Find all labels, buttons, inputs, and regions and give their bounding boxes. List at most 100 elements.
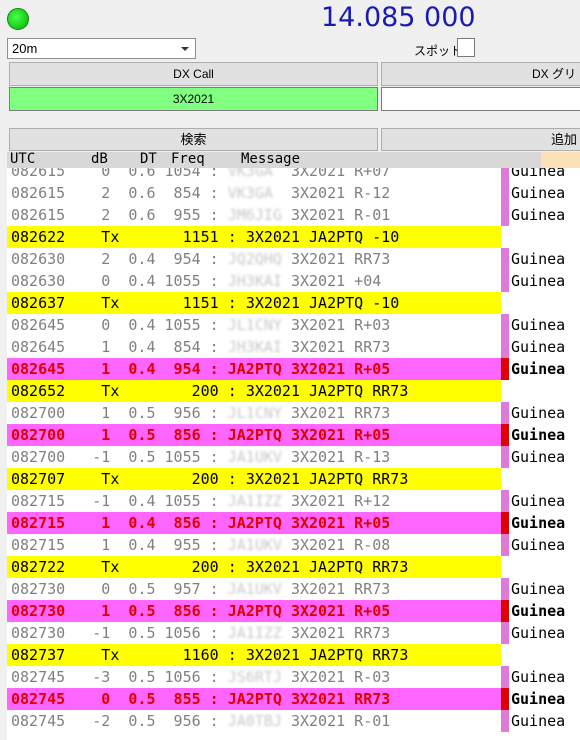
new-entity-marker <box>501 314 509 336</box>
decode-country: Guinea <box>511 690 566 708</box>
decode-country: Guinea <box>511 360 566 378</box>
column-header: UTC dB DT Freq Message <box>7 152 580 168</box>
decode-country: Guinea <box>511 338 566 356</box>
decode-country: Guinea <box>511 426 566 444</box>
decode-caller: JA1UKV <box>227 580 291 598</box>
decode-row-text: 082745 -2 0.5 956 : JA0TBJ 3X2021 R-01 <box>11 712 391 730</box>
col-utc: UTC <box>10 152 36 167</box>
col-freq: Freq <box>171 152 205 167</box>
decode-row[interactable]: 082730 -1 0.5 1056 : JA1IZZ 3X2021 RR73 G… <box>7 622 580 644</box>
decode-row-text: 082637 Tx 1151 : 3X2021 JA2PTQ -10 <box>7 292 501 314</box>
dx-call-label: DX Call <box>9 62 378 86</box>
new-entity-marker <box>501 358 509 380</box>
new-entity-marker <box>501 270 509 292</box>
decode-row[interactable]: 082630 2 0.4 954 : JQ2QHQ 3X2021 RR73 Gui… <box>7 248 580 270</box>
decode-row-text: 082722 Tx 200 : 3X2021 JA2PTQ RR73 <box>7 556 501 578</box>
decode-row[interactable]: 082730 1 0.5 856 : JA2PTQ 3X2021 R+05 Gui… <box>7 600 580 622</box>
new-entity-marker <box>501 204 509 226</box>
decode-caller: JA1UKV <box>227 536 291 554</box>
new-entity-marker <box>501 182 509 204</box>
decode-caller: JA1UKV <box>227 448 291 466</box>
decode-row[interactable]: 082652 Tx 200 : 3X2021 JA2PTQ RR73 <box>7 380 580 402</box>
new-entity-marker <box>501 666 509 688</box>
decode-row[interactable]: 082645 0 0.4 1055 : JL1CNY 3X2021 R+03 Gu… <box>7 314 580 336</box>
decode-row-text: 082700 1 0.5 956 : JL1CNY 3X2021 RR73 <box>11 404 391 422</box>
decode-row[interactable]: 082722 Tx 200 : 3X2021 JA2PTQ RR73 <box>7 556 580 578</box>
decode-row[interactable]: 082707 Tx 200 : 3X2021 JA2PTQ RR73 <box>7 468 580 490</box>
decode-row-text: 082622 Tx 1151 : 3X2021 JA2PTQ -10 <box>7 226 501 248</box>
search-button[interactable]: 検索 <box>9 128 378 151</box>
decode-row-text: 082730 1 0.5 856 : JA2PTQ 3X2021 R+05 <box>7 600 501 622</box>
col-dt: DT <box>140 152 157 167</box>
decode-row[interactable]: 082645 1 0.4 854 : JH3KAI 3X2021 RR73 Gui… <box>7 336 580 358</box>
decode-row-text: 082630 2 0.4 954 : JQ2QHQ 3X2021 RR73 <box>11 250 391 268</box>
decode-caller: JH3KAI <box>227 272 291 290</box>
decode-country: Guinea <box>511 184 566 202</box>
decode-caller: JH3KAI <box>227 338 291 356</box>
decode-country: Guinea <box>511 272 566 290</box>
decode-row[interactable]: 082700 -1 0.5 1055 : JA1UKV 3X2021 R-13 G… <box>7 446 580 468</box>
decode-row[interactable]: 082615 2 0.6 955 : JM6JIG 3X2021 R-01 Gui… <box>7 204 580 226</box>
decode-row[interactable]: 082745 -3 0.5 1056 : JS6RTJ 3X2021 R-03 G… <box>7 666 580 688</box>
decode-row-text: 082615 2 0.6 955 : JM6JIG 3X2021 R-01 <box>11 206 391 224</box>
new-entity-marker <box>501 402 509 424</box>
decode-row-text: 082630 0 0.4 1055 : JH3KAI 3X2021 +04 <box>11 272 382 290</box>
decode-caller: VK3GA <box>227 184 291 202</box>
decode-row-text: 082645 1 0.4 854 : JH3KAI 3X2021 RR73 <box>11 338 391 356</box>
decode-row[interactable]: 082745 0 0.5 855 : JA2PTQ 3X2021 RR73 Gui… <box>7 688 580 710</box>
new-entity-marker <box>501 248 509 270</box>
decode-row-text: 082645 1 0.4 954 : JA2PTQ 3X2021 R+05 <box>7 358 501 380</box>
decode-country: Guinea <box>511 404 566 422</box>
decode-row[interactable]: 082715 -1 0.4 1055 : JA1IZZ 3X2021 R+12 G… <box>7 490 580 512</box>
decode-caller: JL1CNY <box>227 316 291 334</box>
decode-caller: JQ2QHQ <box>227 250 291 268</box>
chevron-down-icon <box>178 42 192 56</box>
new-entity-marker <box>501 336 509 358</box>
decode-row[interactable]: 082715 1 0.4 856 : JA2PTQ 3X2021 R+05 Gui… <box>7 512 580 534</box>
decode-row-text: 082737 Tx 1160 : 3X2021 JA2PTQ RR73 <box>7 644 501 666</box>
decode-row[interactable]: 082700 1 0.5 956 : JL1CNY 3X2021 RR73 Gui… <box>7 402 580 424</box>
band-select[interactable]: 20m <box>7 38 196 59</box>
status-led-icon <box>7 8 29 30</box>
decode-row[interactable]: 082737 Tx 1160 : 3X2021 JA2PTQ RR73 <box>7 644 580 666</box>
decode-row[interactable]: 082745 -2 0.5 956 : JA0TBJ 3X2021 R-01 Gu… <box>7 710 580 732</box>
new-entity-marker <box>501 710 509 732</box>
decode-row[interactable]: 082622 Tx 1151 : 3X2021 JA2PTQ -10 <box>7 226 580 248</box>
decode-row[interactable]: 082630 0 0.4 1055 : JH3KAI 3X2021 +04 Gui… <box>7 270 580 292</box>
band-select-value: 20m <box>12 41 38 56</box>
spot-checkbox[interactable] <box>457 38 475 57</box>
decode-row[interactable]: 082715 1 0.4 955 : JA1UKV 3X2021 R-08 Gui… <box>7 534 580 556</box>
decode-caller: JM6JIG <box>227 206 291 224</box>
new-entity-marker <box>501 512 509 534</box>
decode-row[interactable]: 082637 Tx 1151 : 3X2021 JA2PTQ -10 <box>7 292 580 314</box>
decode-caller: JA1IZZ <box>227 624 291 642</box>
decode-row[interactable]: 082615 2 0.6 854 : VK3GA 3X2021 R-12 Guin… <box>7 182 580 204</box>
new-entity-marker <box>501 424 509 446</box>
decode-country: Guinea <box>511 624 566 642</box>
dx-grid-input[interactable] <box>381 87 580 111</box>
decode-caller: JA1IZZ <box>227 492 291 510</box>
decode-caller: JL1CNY <box>227 404 291 422</box>
decode-country: Guinea <box>511 448 566 466</box>
decode-row[interactable]: 082645 1 0.4 954 : JA2PTQ 3X2021 R+05 Gui… <box>7 358 580 380</box>
decode-row-text: 082715 1 0.4 856 : JA2PTQ 3X2021 R+05 <box>7 512 501 534</box>
dx-grid-label: DX グリ <box>381 62 580 86</box>
col-message: Message <box>241 152 301 167</box>
new-entity-marker <box>501 622 509 644</box>
new-entity-marker <box>501 534 509 556</box>
column-header-tab <box>541 152 580 168</box>
col-db: dB <box>91 152 108 167</box>
dx-call-input[interactable]: 3X2021 <box>9 87 378 111</box>
decode-country: Guinea <box>511 492 566 510</box>
new-entity-marker <box>501 446 509 468</box>
decode-row[interactable]: 082700 1 0.5 856 : JA2PTQ 3X2021 R+05 Gui… <box>7 424 580 446</box>
decode-row[interactable]: 082730 0 0.5 957 : JA1UKV 3X2021 RR73 Gui… <box>7 578 580 600</box>
decode-row-text: 082652 Tx 200 : 3X2021 JA2PTQ RR73 <box>7 380 501 402</box>
new-entity-marker <box>501 600 509 622</box>
decode-row-text: 082745 0 0.5 855 : JA2PTQ 3X2021 RR73 <box>7 688 501 710</box>
decode-row-text: 082730 -1 0.5 1056 : JA1IZZ 3X2021 RR73 <box>11 624 391 642</box>
add-button[interactable]: 追加 <box>381 128 580 151</box>
decode-window[interactable]: 082615 0 0.6 1054 : VK3GA 3X2021 R+07 Gui… <box>7 152 580 740</box>
decode-row-text: 082645 0 0.4 1055 : JL1CNY 3X2021 R+03 <box>11 316 391 334</box>
new-entity-marker <box>501 578 509 600</box>
